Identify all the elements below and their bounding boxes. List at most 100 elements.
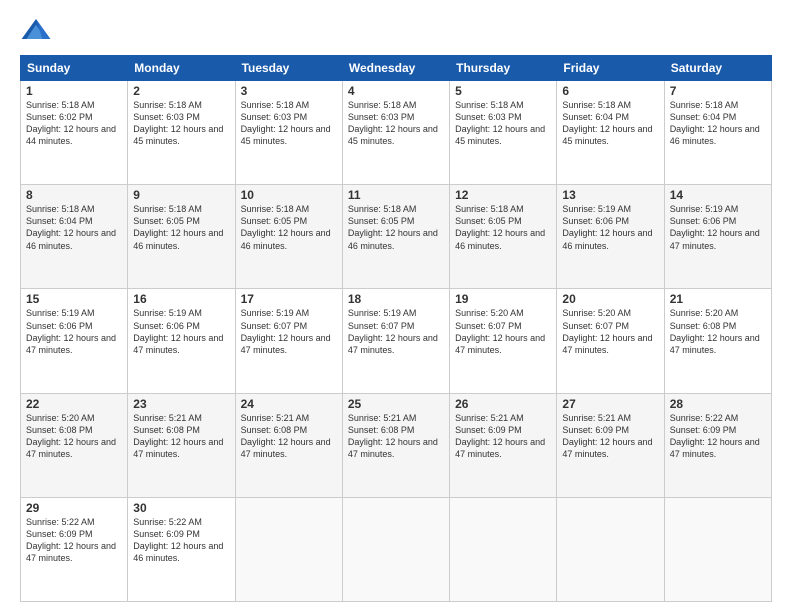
- day-info: Sunrise: 5:19 AM Sunset: 6:06 PM Dayligh…: [26, 307, 122, 356]
- day-info: Sunrise: 5:18 AM Sunset: 6:04 PM Dayligh…: [26, 203, 122, 252]
- day-number: 22: [26, 397, 122, 411]
- day-number: 11: [348, 188, 444, 202]
- day-info: Sunrise: 5:19 AM Sunset: 6:06 PM Dayligh…: [670, 203, 766, 252]
- weekday-header-saturday: Saturday: [664, 56, 771, 81]
- day-info: Sunrise: 5:20 AM Sunset: 6:08 PM Dayligh…: [26, 412, 122, 461]
- day-info: Sunrise: 5:22 AM Sunset: 6:09 PM Dayligh…: [133, 516, 229, 565]
- day-number: 25: [348, 397, 444, 411]
- day-info: Sunrise: 5:19 AM Sunset: 6:07 PM Dayligh…: [241, 307, 337, 356]
- day-number: 20: [562, 292, 658, 306]
- calendar-cell: [557, 497, 664, 601]
- header: [20, 15, 772, 47]
- day-info: Sunrise: 5:20 AM Sunset: 6:07 PM Dayligh…: [562, 307, 658, 356]
- day-info: Sunrise: 5:22 AM Sunset: 6:09 PM Dayligh…: [26, 516, 122, 565]
- weekday-header-thursday: Thursday: [450, 56, 557, 81]
- calendar-cell: [342, 497, 449, 601]
- calendar-cell: 5 Sunrise: 5:18 AM Sunset: 6:03 PM Dayli…: [450, 81, 557, 185]
- calendar-cell: 11 Sunrise: 5:18 AM Sunset: 6:05 PM Dayl…: [342, 185, 449, 289]
- calendar-cell: 3 Sunrise: 5:18 AM Sunset: 6:03 PM Dayli…: [235, 81, 342, 185]
- day-number: 19: [455, 292, 551, 306]
- week-row-3: 15 Sunrise: 5:19 AM Sunset: 6:06 PM Dayl…: [21, 289, 772, 393]
- day-info: Sunrise: 5:18 AM Sunset: 6:04 PM Dayligh…: [670, 99, 766, 148]
- calendar-cell: 24 Sunrise: 5:21 AM Sunset: 6:08 PM Dayl…: [235, 393, 342, 497]
- calendar-page: SundayMondayTuesdayWednesdayThursdayFrid…: [0, 0, 792, 612]
- day-info: Sunrise: 5:21 AM Sunset: 6:08 PM Dayligh…: [348, 412, 444, 461]
- calendar-cell: 9 Sunrise: 5:18 AM Sunset: 6:05 PM Dayli…: [128, 185, 235, 289]
- day-number: 16: [133, 292, 229, 306]
- day-info: Sunrise: 5:22 AM Sunset: 6:09 PM Dayligh…: [670, 412, 766, 461]
- day-number: 8: [26, 188, 122, 202]
- day-number: 14: [670, 188, 766, 202]
- day-number: 15: [26, 292, 122, 306]
- calendar-cell: 20 Sunrise: 5:20 AM Sunset: 6:07 PM Dayl…: [557, 289, 664, 393]
- day-number: 18: [348, 292, 444, 306]
- day-number: 5: [455, 84, 551, 98]
- day-info: Sunrise: 5:18 AM Sunset: 6:04 PM Dayligh…: [562, 99, 658, 148]
- logo: [20, 15, 58, 47]
- day-info: Sunrise: 5:18 AM Sunset: 6:05 PM Dayligh…: [348, 203, 444, 252]
- day-number: 24: [241, 397, 337, 411]
- day-info: Sunrise: 5:21 AM Sunset: 6:09 PM Dayligh…: [455, 412, 551, 461]
- day-info: Sunrise: 5:19 AM Sunset: 6:07 PM Dayligh…: [348, 307, 444, 356]
- calendar-cell: 21 Sunrise: 5:20 AM Sunset: 6:08 PM Dayl…: [664, 289, 771, 393]
- day-number: 4: [348, 84, 444, 98]
- day-number: 30: [133, 501, 229, 515]
- calendar-cell: 7 Sunrise: 5:18 AM Sunset: 6:04 PM Dayli…: [664, 81, 771, 185]
- calendar-cell: 10 Sunrise: 5:18 AM Sunset: 6:05 PM Dayl…: [235, 185, 342, 289]
- calendar-cell: 16 Sunrise: 5:19 AM Sunset: 6:06 PM Dayl…: [128, 289, 235, 393]
- day-info: Sunrise: 5:18 AM Sunset: 6:02 PM Dayligh…: [26, 99, 122, 148]
- day-info: Sunrise: 5:18 AM Sunset: 6:03 PM Dayligh…: [133, 99, 229, 148]
- calendar-cell: 4 Sunrise: 5:18 AM Sunset: 6:03 PM Dayli…: [342, 81, 449, 185]
- day-number: 28: [670, 397, 766, 411]
- day-number: 7: [670, 84, 766, 98]
- calendar-cell: 30 Sunrise: 5:22 AM Sunset: 6:09 PM Dayl…: [128, 497, 235, 601]
- day-info: Sunrise: 5:20 AM Sunset: 6:08 PM Dayligh…: [670, 307, 766, 356]
- calendar-cell: [450, 497, 557, 601]
- calendar-cell: [664, 497, 771, 601]
- calendar-cell: 2 Sunrise: 5:18 AM Sunset: 6:03 PM Dayli…: [128, 81, 235, 185]
- calendar-cell: 19 Sunrise: 5:20 AM Sunset: 6:07 PM Dayl…: [450, 289, 557, 393]
- day-info: Sunrise: 5:21 AM Sunset: 6:08 PM Dayligh…: [133, 412, 229, 461]
- day-info: Sunrise: 5:18 AM Sunset: 6:03 PM Dayligh…: [241, 99, 337, 148]
- day-info: Sunrise: 5:20 AM Sunset: 6:07 PM Dayligh…: [455, 307, 551, 356]
- calendar-cell: 26 Sunrise: 5:21 AM Sunset: 6:09 PM Dayl…: [450, 393, 557, 497]
- week-row-2: 8 Sunrise: 5:18 AM Sunset: 6:04 PM Dayli…: [21, 185, 772, 289]
- day-info: Sunrise: 5:18 AM Sunset: 6:05 PM Dayligh…: [241, 203, 337, 252]
- day-number: 6: [562, 84, 658, 98]
- calendar-cell: 25 Sunrise: 5:21 AM Sunset: 6:08 PM Dayl…: [342, 393, 449, 497]
- calendar-cell: 1 Sunrise: 5:18 AM Sunset: 6:02 PM Dayli…: [21, 81, 128, 185]
- day-number: 29: [26, 501, 122, 515]
- calendar-cell: 12 Sunrise: 5:18 AM Sunset: 6:05 PM Dayl…: [450, 185, 557, 289]
- day-info: Sunrise: 5:21 AM Sunset: 6:09 PM Dayligh…: [562, 412, 658, 461]
- day-number: 12: [455, 188, 551, 202]
- calendar-table: SundayMondayTuesdayWednesdayThursdayFrid…: [20, 55, 772, 602]
- day-info: Sunrise: 5:18 AM Sunset: 6:05 PM Dayligh…: [455, 203, 551, 252]
- calendar-cell: 29 Sunrise: 5:22 AM Sunset: 6:09 PM Dayl…: [21, 497, 128, 601]
- weekday-header-wednesday: Wednesday: [342, 56, 449, 81]
- calendar-cell: 27 Sunrise: 5:21 AM Sunset: 6:09 PM Dayl…: [557, 393, 664, 497]
- day-number: 23: [133, 397, 229, 411]
- logo-icon: [20, 15, 52, 47]
- calendar-cell: 28 Sunrise: 5:22 AM Sunset: 6:09 PM Dayl…: [664, 393, 771, 497]
- day-number: 10: [241, 188, 337, 202]
- week-row-1: 1 Sunrise: 5:18 AM Sunset: 6:02 PM Dayli…: [21, 81, 772, 185]
- day-number: 1: [26, 84, 122, 98]
- day-number: 21: [670, 292, 766, 306]
- calendar-cell: 8 Sunrise: 5:18 AM Sunset: 6:04 PM Dayli…: [21, 185, 128, 289]
- calendar-cell: 13 Sunrise: 5:19 AM Sunset: 6:06 PM Dayl…: [557, 185, 664, 289]
- day-number: 27: [562, 397, 658, 411]
- day-number: 2: [133, 84, 229, 98]
- weekday-header-friday: Friday: [557, 56, 664, 81]
- day-info: Sunrise: 5:19 AM Sunset: 6:06 PM Dayligh…: [562, 203, 658, 252]
- weekday-header-tuesday: Tuesday: [235, 56, 342, 81]
- week-row-5: 29 Sunrise: 5:22 AM Sunset: 6:09 PM Dayl…: [21, 497, 772, 601]
- day-number: 3: [241, 84, 337, 98]
- day-number: 17: [241, 292, 337, 306]
- day-info: Sunrise: 5:19 AM Sunset: 6:06 PM Dayligh…: [133, 307, 229, 356]
- calendar-cell: 14 Sunrise: 5:19 AM Sunset: 6:06 PM Dayl…: [664, 185, 771, 289]
- day-number: 9: [133, 188, 229, 202]
- calendar-cell: 23 Sunrise: 5:21 AM Sunset: 6:08 PM Dayl…: [128, 393, 235, 497]
- day-number: 26: [455, 397, 551, 411]
- day-info: Sunrise: 5:18 AM Sunset: 6:03 PM Dayligh…: [348, 99, 444, 148]
- calendar-cell: 18 Sunrise: 5:19 AM Sunset: 6:07 PM Dayl…: [342, 289, 449, 393]
